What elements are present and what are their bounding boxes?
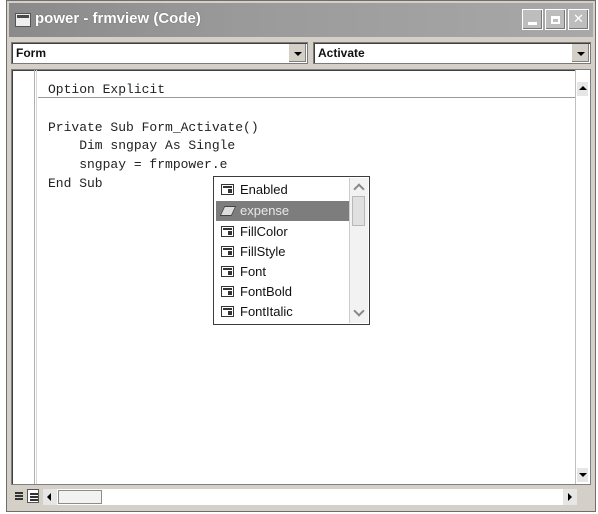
code-window-icon [15, 13, 31, 27]
property-icon [221, 286, 235, 298]
autocomplete-item-label: Enabled [240, 182, 288, 197]
close-icon: ✕ [573, 12, 584, 27]
close-button[interactable]: ✕ [568, 9, 589, 30]
autocomplete-item-selected[interactable]: expense [216, 201, 350, 221]
code-line[interactable]: Dim sngpay As Single [48, 138, 235, 153]
scroll-left-arrow-icon[interactable] [43, 489, 57, 505]
margin-divider [36, 70, 37, 484]
procedure-separator [38, 97, 576, 98]
editor-footer [11, 487, 591, 507]
window-title: power - frmview (Code) [35, 10, 201, 27]
autocomplete-item[interactable]: FontItalic [216, 302, 350, 322]
code-line[interactable]: Private Sub Form_Activate() [48, 120, 259, 135]
chevron-down-icon[interactable] [571, 44, 589, 62]
procedure-dropdown[interactable]: Activate [313, 42, 591, 64]
autocomplete-item[interactable]: Enabled [216, 180, 350, 200]
scroll-thumb[interactable] [352, 196, 365, 226]
maximize-button[interactable] [545, 9, 566, 30]
minimize-icon [528, 22, 537, 25]
object-dropdown[interactable]: Form [11, 42, 308, 64]
vertical-scrollbar[interactable] [575, 70, 590, 484]
procedure-view-button[interactable] [13, 489, 25, 503]
code-line[interactable]: End Sub [48, 176, 103, 191]
scroll-up-arrow-icon[interactable] [577, 82, 588, 96]
scroll-right-arrow-icon[interactable] [563, 489, 577, 505]
chevron-down-icon[interactable] [288, 44, 306, 62]
code-line[interactable]: sngpay = frmpower.e [48, 157, 227, 172]
scroll-up-arrow-icon[interactable] [351, 180, 366, 195]
autocomplete-list[interactable]: Enabled expense FillColor FillStyle Font… [213, 176, 370, 325]
method-icon [219, 205, 237, 217]
title-bar[interactable]: power - frmview (Code) ✕ [9, 3, 593, 37]
procedure-view-icon [15, 492, 23, 500]
full-module-view-icon [30, 493, 38, 501]
property-icon [221, 184, 235, 196]
procedure-dropdown-value: Activate [318, 46, 365, 60]
scroll-down-arrow-icon[interactable] [577, 468, 588, 482]
code-line[interactable]: Option Explicit [48, 82, 165, 97]
minimize-button[interactable] [522, 9, 543, 30]
autocomplete-item[interactable]: FillStyle [216, 242, 350, 262]
autocomplete-item-label: FillColor [240, 224, 288, 239]
autocomplete-item-label: FillStyle [240, 244, 286, 259]
autocomplete-item-label: FontBold [240, 284, 293, 299]
autocomplete-item[interactable]: FontBold [216, 282, 350, 302]
autocomplete-item[interactable]: FillColor [216, 222, 350, 242]
autocomplete-item-label: expense [240, 203, 290, 218]
scroll-thumb[interactable] [58, 490, 102, 504]
autocomplete-scrollbar[interactable] [349, 178, 368, 323]
property-icon [221, 226, 235, 238]
property-icon [221, 306, 235, 318]
property-icon [221, 266, 235, 278]
code-window: power - frmview (Code) ✕ Form Activate O… [6, 0, 596, 512]
autocomplete-item[interactable]: Font [216, 262, 350, 282]
object-dropdown-value: Form [16, 46, 46, 60]
margin-indicator-bar [34, 70, 35, 484]
property-icon [221, 246, 235, 258]
horizontal-scrollbar[interactable] [43, 489, 577, 505]
autocomplete-item-label: Font [240, 264, 267, 279]
autocomplete-item-label: FontItalic [240, 304, 293, 319]
maximize-icon [551, 15, 560, 24]
full-module-view-button[interactable] [27, 489, 39, 503]
scroll-down-arrow-icon[interactable] [351, 306, 366, 321]
